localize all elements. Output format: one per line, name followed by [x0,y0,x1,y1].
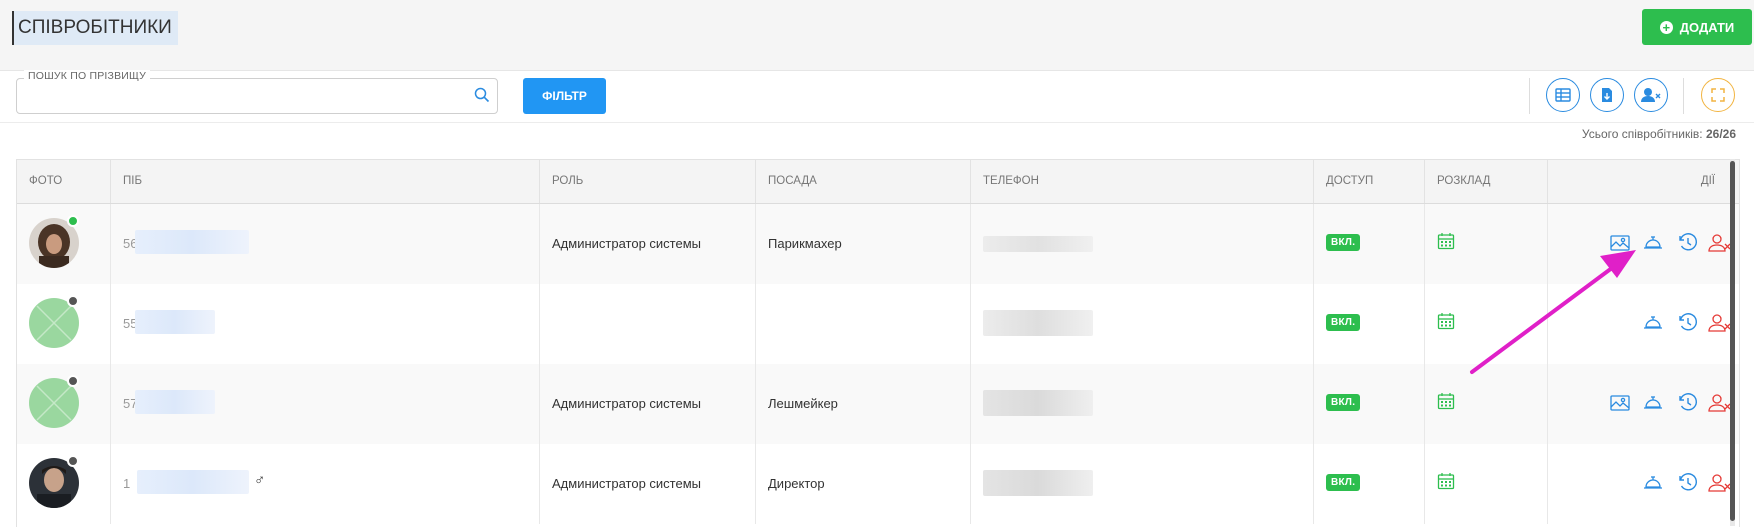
columns-icon [1555,88,1571,102]
column-phone[interactable]: ТЕЛЕФОН [971,160,1314,203]
status-offline-dot [67,455,79,467]
redacted-phone [983,236,1093,252]
toolbar-divider [1683,78,1684,114]
toolbar-divider-line [0,122,1754,123]
service-bell-icon[interactable] [1643,228,1663,256]
history-icon[interactable] [1676,468,1698,496]
history-icon[interactable] [1676,388,1698,416]
fullscreen-button[interactable] [1701,78,1735,112]
access-badge[interactable]: ВКЛ. [1326,234,1361,251]
employee-position: Директор [768,476,825,491]
search-label: ПОШУК ПО ПРІЗВИЩУ [24,70,150,82]
column-schedule[interactable]: РОЗКЛАД [1425,160,1548,203]
status-online-dot [67,215,79,227]
status-offline-dot [67,375,79,387]
table-row[interactable]: 55 ВКЛ. [17,284,1739,365]
table-row[interactable]: 1 ♂ Администратор системы Директор ВКЛ. [17,444,1739,525]
filter-button[interactable]: ФІЛЬТР [523,78,606,114]
employee-role: Администратор системы [552,396,701,411]
redacted-name[interactable] [137,470,249,494]
fullscreen-icon [1711,88,1725,102]
fire-employee-icon[interactable] [1708,468,1732,496]
user-remove-icon [1641,88,1661,102]
fire-employee-icon[interactable] [1708,308,1732,336]
fire-employee-icon[interactable] [1708,228,1732,256]
fired-employees-button[interactable] [1634,78,1668,112]
add-button-label: ДОДАТИ [1679,19,1735,35]
redacted-name[interactable] [135,390,215,414]
column-access[interactable]: ДОСТУП [1314,160,1425,203]
search-field[interactable] [16,78,498,114]
search-input[interactable] [25,85,469,107]
table-row[interactable]: 57 Администратор системы Лешмейкер ВКЛ. [17,364,1739,445]
redacted-phone [983,310,1093,336]
columns-button[interactable] [1546,78,1580,112]
column-position[interactable]: ПОСАДА [756,160,971,203]
plus-icon: + [1659,20,1673,34]
calendar-icon[interactable] [1437,392,1455,410]
access-badge[interactable]: ВКЛ. [1326,474,1361,491]
table-header: ФОТО ПІБ РОЛЬ ПОСАДА ТЕЛЕФОН ДОСТУП РОЗК… [17,160,1739,204]
redacted-name[interactable] [135,230,249,254]
service-bell-icon[interactable] [1643,308,1663,336]
calendar-icon[interactable] [1437,312,1455,330]
redacted-phone [983,470,1093,496]
employees-total: Усього співробітників: 26/26 [1581,127,1736,141]
toolbar-divider [1529,78,1530,114]
employee-role: Администратор системы [552,236,701,251]
employee-role: Администратор системы [552,476,701,491]
export-button[interactable] [1590,78,1624,112]
fire-employee-icon[interactable] [1708,388,1732,416]
history-icon[interactable] [1676,308,1698,336]
calendar-icon[interactable] [1437,232,1455,250]
table-row[interactable]: 56 Администратор системы Парикмахер ВКЛ. [17,204,1739,285]
column-role[interactable]: РОЛЬ [540,160,756,203]
download-icon [1602,88,1612,102]
table-scrollbar-thumb[interactable] [1730,161,1735,521]
calendar-icon[interactable] [1437,472,1455,490]
redacted-name[interactable] [135,310,215,334]
employees-table: ФОТО ПІБ РОЛЬ ПОСАДА ТЕЛЕФОН ДОСТУП РОЗК… [16,159,1740,527]
employee-id: 1 [123,476,131,491]
service-bell-icon[interactable] [1643,388,1663,416]
gender-male-icon: ♂ [254,472,266,489]
column-actions: ДІЇ [1700,175,1715,187]
add-employee-button[interactable]: + ДОДАТИ [1642,9,1752,45]
column-photo[interactable]: ФОТО [17,160,111,203]
history-icon[interactable] [1676,228,1698,256]
access-badge[interactable]: ВКЛ. [1326,394,1361,411]
employee-position: Лешмейкер [768,396,838,411]
page-title: СПІВРОБІТНИКИ [12,11,178,45]
redacted-phone [983,390,1093,416]
access-badge[interactable]: ВКЛ. [1326,314,1361,331]
employees-count: 26/26 [1705,127,1736,141]
column-name[interactable]: ПІБ [111,160,540,203]
search-icon[interactable] [474,87,490,108]
status-offline-dot [67,295,79,307]
gallery-icon[interactable] [1610,388,1630,416]
service-bell-icon[interactable] [1643,468,1663,496]
employee-position: Парикмахер [768,236,842,251]
gallery-icon[interactable] [1610,228,1630,256]
